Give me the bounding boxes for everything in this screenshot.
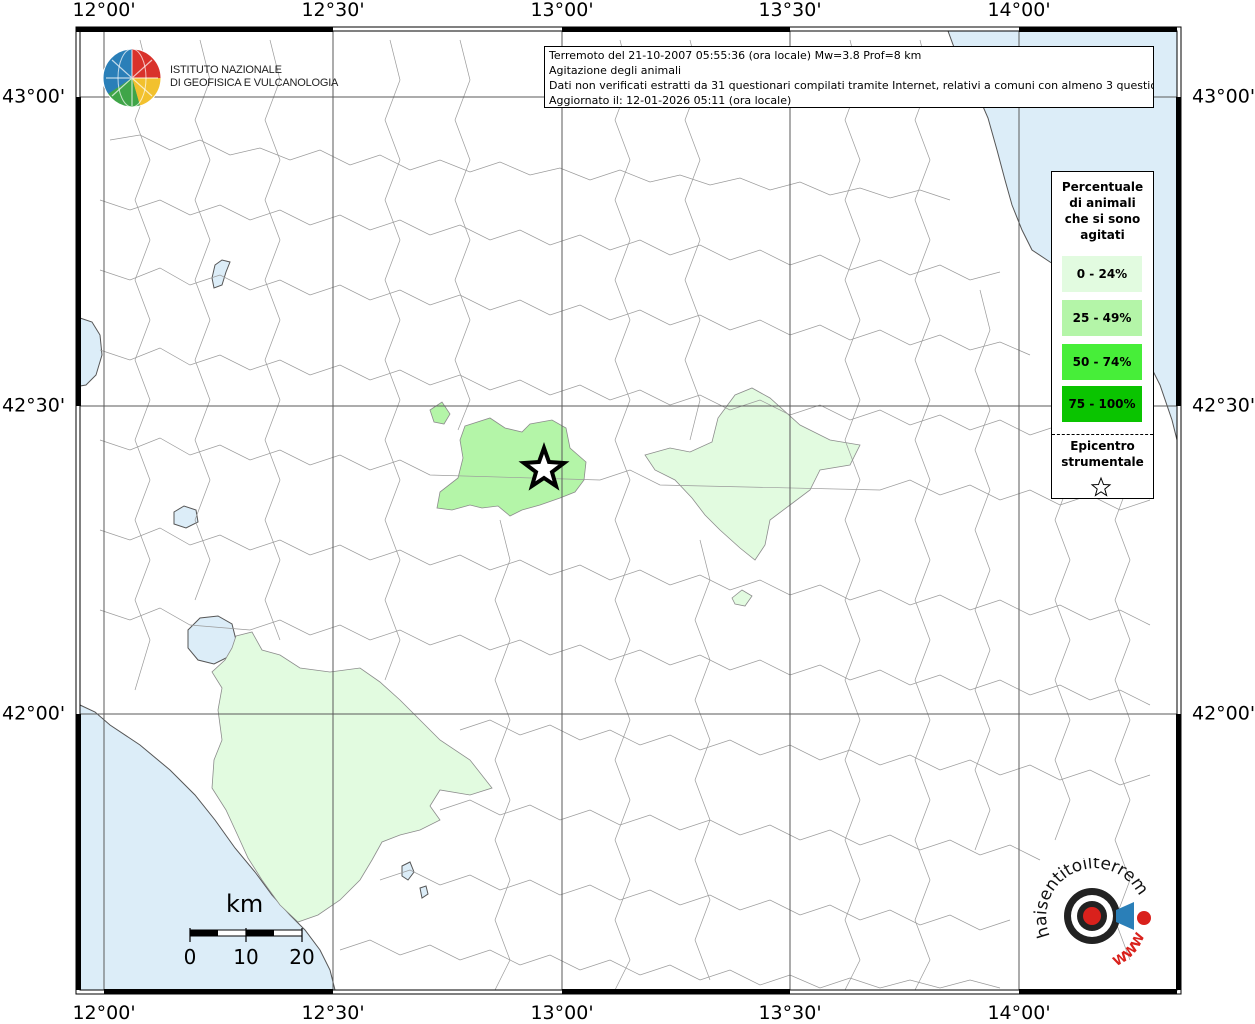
- legend-star-icon: [1090, 476, 1112, 502]
- institute-line-2: DI GEOFISICA E VULCANOLOGIA: [170, 77, 339, 89]
- legend-item-75-100: 75 - 100%: [1062, 386, 1142, 422]
- legend-epicenter-line-1: Epicentro: [1070, 439, 1135, 453]
- scale-label-10: 10: [233, 945, 259, 969]
- lat-tick-left-1: 43°00': [2, 85, 66, 108]
- legend-item-0-24: 0 - 24%: [1062, 256, 1142, 292]
- lon-tick-top-3: 13°00': [530, 0, 594, 21]
- legend-title-line-3: che si sono: [1064, 212, 1141, 226]
- map-subject: Agitazione degli animali: [549, 64, 682, 77]
- legend-epicenter-label: Epicentro strumentale: [1052, 438, 1153, 470]
- lon-tick-bottom-3: 13°00': [530, 1002, 594, 1024]
- haisentito-logo[interactable]: haisentitoilterremoto.it WWW.: [1027, 843, 1162, 987]
- lon-tick-bottom-5: 14°00': [987, 1002, 1051, 1024]
- legend-item-25-49: 25 - 49%: [1062, 300, 1142, 336]
- ingv-logo: [100, 46, 164, 114]
- lon-tick-top-4: 13°30': [758, 0, 822, 21]
- institute-name: ISTITUTO NAZIONALE DI GEOFISICA E VULCAN…: [170, 64, 338, 90]
- legend-separator: [1052, 434, 1153, 435]
- lon-tick-top-5: 14°00': [987, 0, 1051, 21]
- data-note: Dati non verificati estratti da 31 quest…: [549, 79, 1154, 92]
- legend-title-line-1: Percentuale: [1061, 180, 1144, 194]
- institute-line-1: ISTITUTO NAZIONALE: [170, 64, 282, 76]
- legend-title: Percentuale di animali che si sono agita…: [1052, 179, 1153, 243]
- legend-item-50-74: 50 - 74%: [1062, 344, 1142, 380]
- update-time: Aggiornato il: 12-01-2026 05:11 (ora loc…: [549, 94, 792, 107]
- lat-tick-left-3: 42°00': [2, 702, 66, 725]
- event-info-box: Terremoto del 21-10-2007 05:55:36 (ora l…: [544, 46, 1154, 108]
- scale-label-0: 0: [183, 945, 197, 969]
- legend: Percentuale di animali che si sono agita…: [1051, 171, 1154, 499]
- lat-tick-left-2: 42°30': [2, 394, 66, 417]
- legend-epicenter-line-2: strumentale: [1061, 455, 1144, 469]
- lon-tick-bottom-4: 13°30': [758, 1002, 822, 1024]
- lat-tick-right-1: 43°00': [1192, 85, 1255, 108]
- event-line: Terremoto del 21-10-2007 05:55:36 (ora l…: [549, 49, 922, 62]
- lat-tick-right-3: 42°00': [1192, 702, 1255, 725]
- legend-title-line-4: agitati: [1080, 228, 1125, 242]
- lat-tick-right-2: 42°30': [1192, 394, 1255, 417]
- lon-tick-top-2: 12°30': [301, 0, 365, 21]
- lon-tick-top-1: 12°00': [72, 0, 136, 21]
- scale-unit: km: [226, 890, 264, 918]
- legend-title-line-2: di animali: [1069, 196, 1136, 210]
- scale-label-20: 20: [289, 945, 315, 969]
- lon-tick-bottom-1: 12°00': [72, 1002, 136, 1024]
- lon-tick-bottom-2: 12°30': [301, 1002, 365, 1024]
